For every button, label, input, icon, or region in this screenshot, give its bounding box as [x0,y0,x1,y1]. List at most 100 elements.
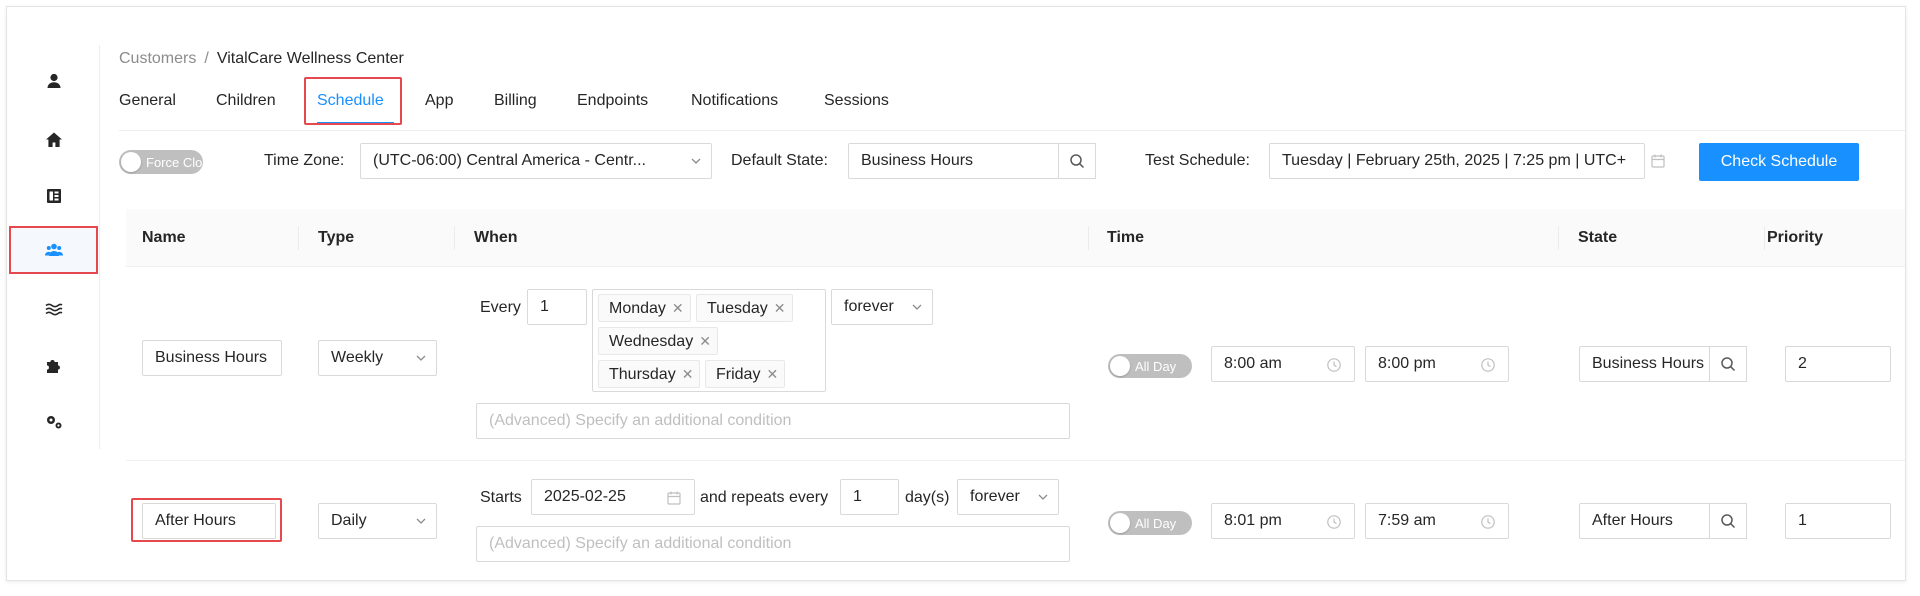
schedule-name-input[interactable]: After Hours [142,503,276,539]
tab-highlight-box [304,77,402,125]
sidebar-item-integrations[interactable] [9,341,98,389]
column-divider [1764,226,1765,250]
chevron-down-icon [691,158,701,164]
column-header-type: Type [318,229,355,246]
toggle-knob [121,152,141,172]
day-tag: Monday ✕ [598,294,691,322]
column-divider [454,226,455,250]
repeat-select[interactable]: forever [957,479,1059,515]
schedule-name-value: Business Hours [155,349,268,366]
condition-input[interactable]: (Advanced) Specify an additional conditi… [476,526,1070,562]
start-time-input[interactable]: 8:00 am [1211,346,1355,382]
end-time-value: 7:59 am [1378,512,1436,529]
repeat-select[interactable]: forever [831,289,933,325]
sidebar-item-library[interactable] [9,172,98,220]
search-icon [1721,514,1736,529]
sidebar [7,45,100,449]
start-time-input[interactable]: 8:01 pm [1211,503,1355,539]
column-header-time: Time [1107,229,1145,246]
user-icon [47,73,60,88]
start-time-value: 8:00 am [1224,355,1282,372]
end-time-input[interactable]: 7:59 am [1365,503,1509,539]
day-tag-label: Monday [609,300,666,317]
repeat-value: forever [970,488,1020,505]
state-search-button[interactable] [1709,503,1747,539]
all-day-toggle[interactable]: All Day [1108,511,1192,535]
tab-app[interactable]: App [425,87,453,131]
default-state-search-button[interactable] [1058,143,1096,179]
condition-input[interactable]: (Advanced) Specify an additional conditi… [476,403,1070,439]
every-interval-input[interactable]: 1 [527,289,587,325]
start-time-value: 8:01 pm [1224,512,1282,529]
repeats-every-label: and repeats every [700,489,829,506]
breadcrumb-parent[interactable]: Customers [119,50,196,67]
column-header-name: Name [142,229,186,246]
app-window: Customers / VitalCare Wellness Center Gene… [6,6,1906,581]
schedule-type-select[interactable]: Daily [318,503,437,539]
calendar-icon [667,491,681,505]
priority-input[interactable]: 2 [1785,346,1891,382]
tab-general[interactable]: General [119,87,176,131]
clock-icon [1327,358,1341,372]
schedule-type-value: Weekly [331,349,384,366]
layers-icon [45,303,62,316]
puzzle-icon [46,360,60,373]
check-schedule-button[interactable]: Check Schedule [1699,143,1859,181]
chevron-down-icon [1038,494,1048,500]
schedule-type-select[interactable]: Weekly [318,340,437,376]
sidebar-item-customers[interactable] [9,226,98,274]
state-input[interactable]: Business Hours [1579,346,1710,382]
repeat-value: forever [844,298,894,315]
tab-billing[interactable]: Billing [494,87,537,131]
day-tag-label: Wednesday [609,333,694,350]
condition-placeholder: (Advanced) Specify an additional conditi… [489,412,792,429]
all-day-label: All Day [1135,516,1177,531]
breadcrumb-current: VitalCare Wellness Center [216,50,404,67]
default-state-label: Default State: [731,152,828,169]
day-tag-label: Tuesday [707,300,768,317]
close-icon[interactable]: ✕ [672,300,684,316]
clock-icon [1481,515,1495,529]
day-tag: Friday ✕ [705,360,786,388]
time-zone-label: Time Zone: [264,152,345,169]
force-closed-toggle[interactable]: Force Closed [119,150,223,174]
unit-label: day(s) [905,489,950,506]
state-value: After Hours [1592,512,1673,529]
close-icon[interactable]: ✕ [774,300,786,316]
home-icon [45,132,62,147]
calendar-icon[interactable] [1650,153,1666,169]
column-divider [1088,226,1089,250]
sidebar-item-settings[interactable] [9,398,98,446]
state-input[interactable]: After Hours [1579,503,1710,539]
tab-endpoints[interactable]: Endpoints [577,87,648,131]
tab-sessions[interactable]: Sessions [824,87,889,131]
start-date-input[interactable]: 2025-02-25 [531,479,695,515]
repeat-every-input[interactable]: 1 [840,479,899,515]
test-schedule-label: Test Schedule: [1145,152,1250,169]
toggle-knob [1110,356,1130,376]
time-zone-select[interactable]: (UTC-06:00) Central America - Centr... [360,143,712,179]
end-time-input[interactable]: 8:00 pm [1365,346,1509,382]
sidebar-item-profile[interactable] [9,57,98,105]
every-interval-value: 1 [540,298,549,315]
sidebar-item-queues[interactable] [9,285,98,333]
close-icon[interactable]: ✕ [766,366,778,382]
default-state-input[interactable]: Business Hours [848,143,1059,179]
search-icon [1070,154,1085,169]
table-header [126,209,1905,267]
test-schedule-input[interactable]: Tuesday | February 25th, 2025 | 7:25 pm … [1269,143,1645,179]
sidebar-item-home[interactable] [9,116,98,164]
close-icon[interactable]: ✕ [682,366,694,382]
condition-placeholder: (Advanced) Specify an additional conditi… [489,535,792,552]
tab-notifications[interactable]: Notifications [691,87,778,131]
priority-value: 2 [1798,355,1807,372]
tab-children[interactable]: Children [216,87,276,131]
close-icon[interactable]: ✕ [699,333,711,349]
priority-input[interactable]: 1 [1785,503,1891,539]
test-schedule-value: Tuesday | February 25th, 2025 | 7:25 pm … [1282,152,1627,169]
all-day-toggle[interactable]: All Day [1108,354,1192,378]
priority-value: 1 [1798,512,1807,529]
day-tag: Thursday ✕ [598,360,701,388]
schedule-name-input[interactable]: Business Hours [142,340,282,376]
state-search-button[interactable] [1709,346,1747,382]
